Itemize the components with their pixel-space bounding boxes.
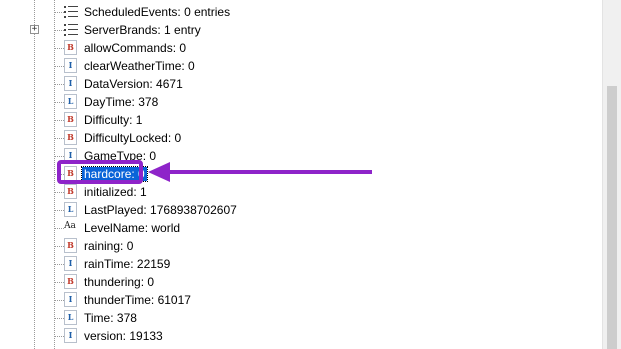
tree-node[interactable]: IthunderTime: 61017 — [0, 291, 602, 309]
tree-node[interactable]: L Time: 378 — [0, 309, 602, 327]
tree-branch-line — [55, 318, 64, 319]
tree-node-label[interactable]: initialized: 1 — [84, 185, 147, 199]
tree-branch-line — [55, 48, 64, 49]
tree-node-label[interactable]: DataVersion: 4671 — [84, 77, 183, 91]
expand-plus-icon[interactable]: + — [30, 25, 39, 34]
tree-branch-line — [55, 210, 64, 211]
annotation-highlight-box — [57, 160, 143, 184]
tree-node-label[interactable]: LastPlayed: 1768938702607 — [84, 203, 237, 217]
tree-branch-line — [55, 192, 64, 193]
byte-tag-icon: B — [64, 274, 77, 289]
tree-branch-line — [55, 120, 64, 121]
long-tag-icon: L — [64, 202, 77, 217]
scrollbar-thumb[interactable] — [607, 86, 617, 349]
tree-node-label[interactable]: version: 19133 — [84, 329, 163, 343]
tree-branch-line — [55, 282, 64, 283]
tree-branch-line — [55, 246, 64, 247]
tree-node-label[interactable]: thunderTime: 61017 — [84, 293, 191, 307]
tree-node[interactable]: L LastPlayed: 1768938702607 — [0, 201, 602, 219]
tree-branch-line — [55, 138, 64, 139]
tree-node[interactable]: IrainTime: 22159 — [0, 255, 602, 273]
tree-node[interactable]: BallowCommands: 0 — [0, 39, 602, 57]
tree-branch-line — [55, 336, 64, 337]
byte-tag-icon: B — [64, 130, 77, 145]
tree-node[interactable]: Iversion: 19133 — [0, 327, 602, 345]
tree-branch-line — [55, 12, 64, 13]
tree-node[interactable]: IclearWeatherTime: 0 — [0, 57, 602, 75]
tree-node[interactable]: Bthundering: 0 — [0, 273, 602, 291]
tree-node[interactable]: B Difficulty: 1 — [0, 111, 602, 129]
tree-node-label[interactable]: allowCommands: 0 — [84, 41, 186, 55]
tree-node-label[interactable]: DayTime: 378 — [84, 95, 158, 109]
tree-branch-line — [55, 156, 64, 157]
tree-node[interactable]: L DayTime: 378 — [0, 93, 602, 111]
tree-branch-line — [55, 264, 64, 265]
tree-branch-line — [55, 84, 64, 85]
annotation-arrow-head-icon — [148, 162, 170, 182]
tree-node-label[interactable]: ScheduledEvents: 0 entries — [84, 5, 230, 19]
tree-branch-line — [55, 30, 64, 31]
tree-node[interactable]: Aa LevelName: world — [0, 219, 602, 237]
annotation-arrow-shaft — [166, 170, 372, 174]
tree-node-label[interactable]: ServerBrands: 1 entry — [84, 23, 201, 37]
byte-tag-icon: B — [64, 184, 77, 199]
tree-node-label[interactable]: raining: 0 — [84, 239, 133, 253]
byte-tag-icon: B — [64, 112, 77, 127]
tree-node-label[interactable]: clearWeatherTime: 0 — [84, 59, 195, 73]
byte-tag-icon: B — [64, 238, 77, 253]
tree-node[interactable]: Braining: 0 — [0, 237, 602, 255]
tree-branch-line — [55, 66, 64, 67]
int-tag-icon: I — [64, 256, 77, 271]
tree-node[interactable]: B DifficultyLocked: 0 — [0, 129, 602, 147]
list-icon — [64, 4, 78, 19]
long-tag-icon: L — [64, 310, 77, 325]
string-tag-icon: Aa — [64, 221, 76, 231]
tree-node-label[interactable]: rainTime: 22159 — [84, 257, 170, 271]
tree-node[interactable]: ScheduledEvents: 0 entries — [0, 3, 602, 21]
tree-node-label[interactable]: LevelName: world — [84, 221, 180, 235]
tree-node-label[interactable]: Time: 378 — [84, 311, 137, 325]
tree-node[interactable]: Binitialized: 1 — [0, 183, 602, 201]
tree-node[interactable]: I DataVersion: 4671 — [0, 75, 602, 93]
tree-branch-line — [55, 300, 64, 301]
int-tag-icon: I — [64, 328, 77, 343]
tree-node[interactable]: + ServerBrands: 1 entry — [0, 21, 602, 39]
long-tag-icon: L — [64, 94, 77, 109]
tree-node-label[interactable]: DifficultyLocked: 0 — [84, 131, 181, 145]
int-tag-icon: I — [64, 76, 77, 91]
tree-branch-line — [55, 102, 64, 103]
byte-tag-icon: B — [64, 40, 77, 55]
tree-node-label[interactable]: Difficulty: 1 — [84, 113, 142, 127]
tree-node-label[interactable]: thundering: 0 — [84, 275, 154, 289]
list-icon — [64, 22, 78, 37]
int-tag-icon: I — [64, 58, 77, 73]
int-tag-icon: I — [64, 292, 77, 307]
vertical-scrollbar[interactable] — [602, 0, 621, 349]
